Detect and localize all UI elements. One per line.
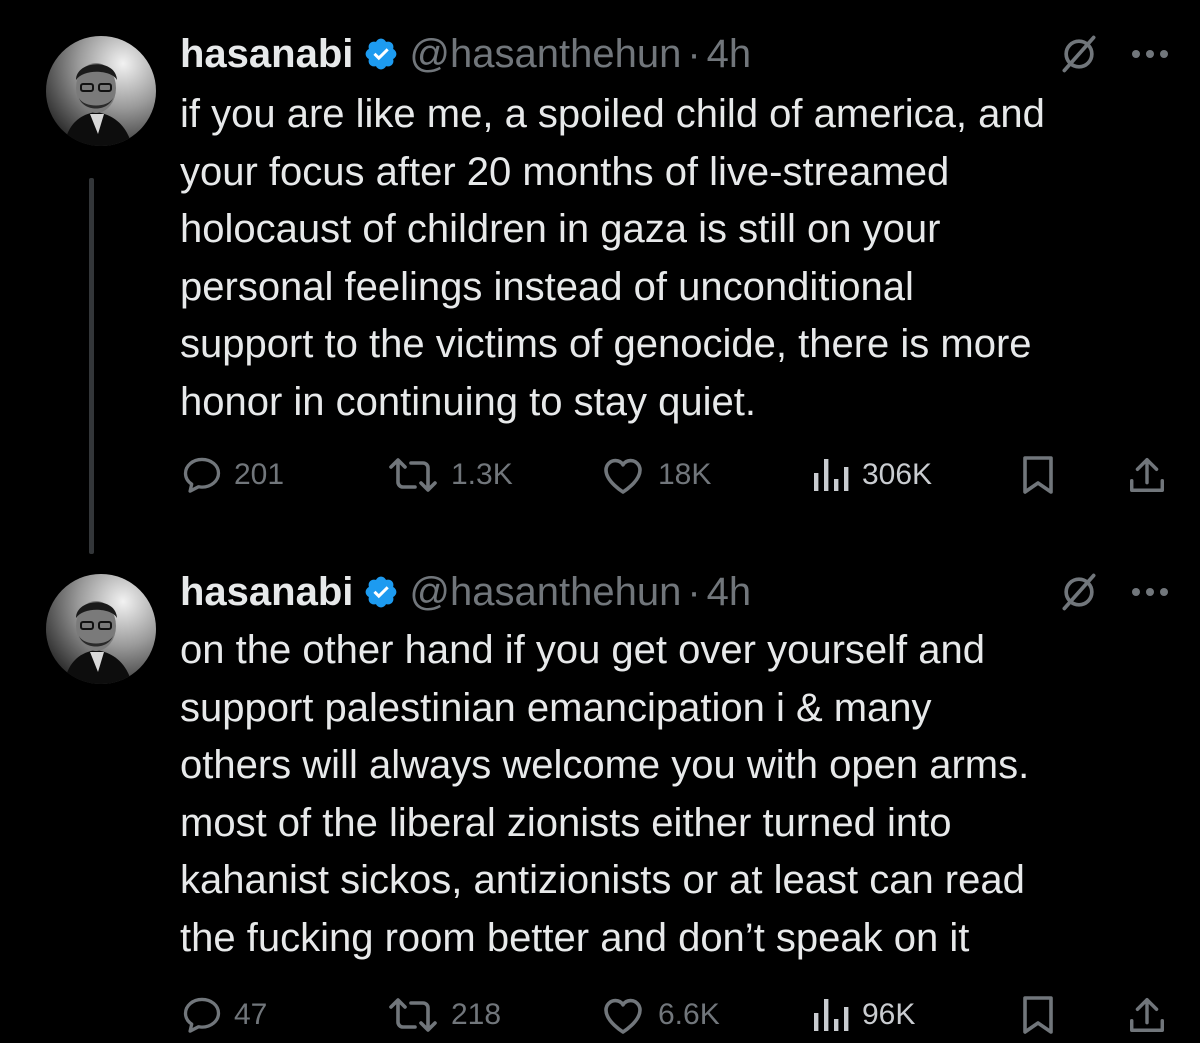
author-handle[interactable]: @hasanthehun bbox=[409, 570, 681, 615]
action-bar: 47 218 6.6K 96K bbox=[0, 990, 1200, 1040]
action-bar: 201 1.3K 18K 306K bbox=[0, 450, 1200, 500]
avatar[interactable] bbox=[46, 574, 156, 684]
repost-icon bbox=[389, 998, 437, 1032]
views-count: 96K bbox=[862, 998, 916, 1031]
repost-button[interactable]: 1.3K bbox=[385, 450, 513, 500]
reply-button[interactable]: 47 bbox=[180, 990, 267, 1040]
like-button[interactable]: 6.6K bbox=[598, 990, 720, 1040]
avatar[interactable] bbox=[46, 36, 156, 146]
tweet-text-line: holocaust of children in gaza is still o… bbox=[180, 207, 941, 251]
share-button[interactable] bbox=[1126, 450, 1168, 500]
grok-icon[interactable] bbox=[1057, 570, 1101, 614]
reply-icon bbox=[183, 457, 221, 493]
bookmark-icon bbox=[1023, 456, 1053, 494]
timestamp[interactable]: 4h bbox=[707, 570, 752, 615]
verified-badge-icon bbox=[366, 38, 397, 70]
reply-button[interactable]: 201 bbox=[180, 450, 284, 500]
timestamp[interactable]: 4h bbox=[707, 32, 752, 77]
avatar-photo bbox=[46, 36, 156, 146]
tweet-text-line: on the other hand if you get over yourse… bbox=[180, 628, 985, 672]
reply-count: 47 bbox=[234, 998, 268, 1031]
tweet-header: hasanabi @hasanthehun · 4h bbox=[180, 26, 751, 82]
tweet-text: on the other hand if you get over yourse… bbox=[180, 622, 1170, 967]
views-icon bbox=[814, 999, 849, 1031]
tweet-text-line: support palestinian emancipation i & man… bbox=[180, 685, 932, 730]
repost-count: 218 bbox=[451, 998, 502, 1031]
author-handle[interactable]: @hasanthehun bbox=[409, 32, 681, 77]
tweet-text-line: the fucking room better and don’t speak … bbox=[180, 915, 970, 960]
share-icon bbox=[1130, 458, 1164, 492]
tweet-text: if you are like me, a spoiled child of a… bbox=[180, 86, 1170, 431]
reply-count: 201 bbox=[234, 458, 285, 491]
repost-icon bbox=[389, 458, 437, 492]
bookmark-button[interactable] bbox=[1020, 450, 1056, 500]
views-button[interactable]: 306K bbox=[808, 450, 932, 500]
more-dots-icon[interactable] bbox=[1128, 582, 1172, 602]
like-button[interactable]: 18K bbox=[598, 450, 711, 500]
repost-button[interactable]: 218 bbox=[385, 990, 501, 1040]
share-button[interactable] bbox=[1126, 990, 1168, 1040]
views-button[interactable]: 96K bbox=[808, 990, 915, 1040]
tweet[interactable]: hasanabi @hasanthehun · 4h if you are li… bbox=[0, 0, 1200, 554]
separator: · bbox=[687, 31, 701, 76]
like-count: 18K bbox=[658, 458, 712, 491]
views-count: 306K bbox=[862, 458, 933, 491]
tweet-header: hasanabi @hasanthehun · 4h bbox=[180, 564, 751, 620]
repost-count: 1.3K bbox=[451, 458, 513, 491]
grok-icon[interactable] bbox=[1057, 32, 1101, 76]
share-icon bbox=[1130, 998, 1164, 1032]
tweet-text-line: support to the victims of genocide, ther… bbox=[180, 322, 1032, 366]
tweet-text-line: honor in continuing to stay quiet. bbox=[180, 379, 756, 424]
author-name[interactable]: hasanabi bbox=[180, 32, 353, 77]
author-name[interactable]: hasanabi bbox=[180, 570, 353, 615]
bookmark-button[interactable] bbox=[1020, 990, 1056, 1040]
separator: · bbox=[687, 569, 701, 614]
tweet-text-line: kahanist sickos, antizionists or at leas… bbox=[180, 858, 1025, 902]
tweet-text-line: most of the liberal zionists either turn… bbox=[180, 800, 952, 845]
like-count: 6.6K bbox=[658, 998, 720, 1031]
views-icon bbox=[814, 459, 849, 491]
heart-icon bbox=[604, 458, 642, 494]
tweet-text-line: personal feelings instead of uncondition… bbox=[180, 264, 914, 309]
more-dots-icon[interactable] bbox=[1128, 44, 1172, 64]
tweet-text-line: others will always welcome you with open… bbox=[180, 743, 1030, 787]
reply-icon bbox=[183, 997, 221, 1033]
tweet[interactable]: hasanabi @hasanthehun · 4h on the other … bbox=[0, 560, 1200, 1043]
tweet-text-line: your focus after 20 months of live-strea… bbox=[180, 149, 950, 194]
bookmark-icon bbox=[1023, 996, 1053, 1034]
avatar-photo bbox=[46, 574, 156, 684]
heart-icon bbox=[604, 998, 642, 1034]
tweet-text-line: if you are like me, a spoiled child of a… bbox=[180, 92, 1045, 136]
verified-badge-icon bbox=[366, 576, 397, 608]
